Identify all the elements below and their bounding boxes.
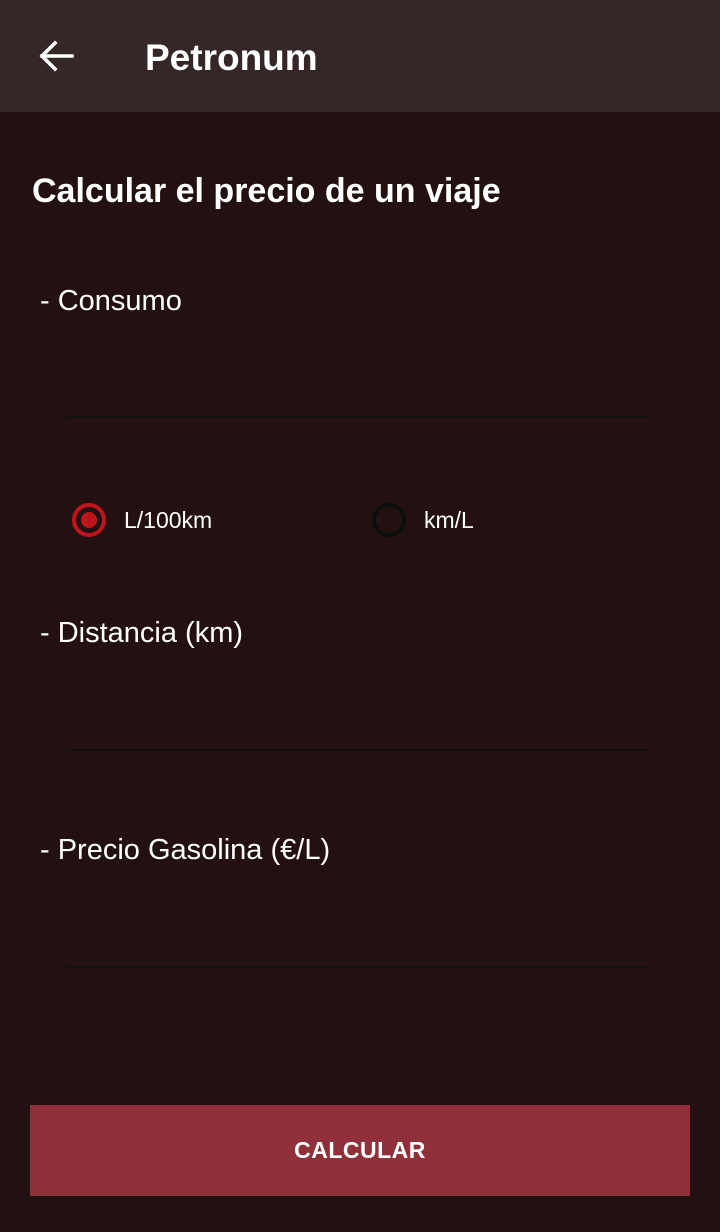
radio-unchecked-icon bbox=[372, 503, 406, 537]
app-bar: Petronum bbox=[0, 0, 720, 112]
page-heading: Calcular el precio de un viaje bbox=[32, 172, 501, 210]
calcular-button[interactable]: CALCULAR bbox=[30, 1105, 690, 1196]
app-title: Petronum bbox=[145, 37, 318, 78]
distancia-input[interactable] bbox=[67, 691, 651, 751]
radio-l100km[interactable]: L/100km bbox=[72, 496, 212, 544]
radio-kml[interactable]: km/L bbox=[372, 496, 474, 544]
precio-gasolina-label: - Precio Gasolina (€/L) bbox=[40, 834, 331, 866]
radio-checked-icon bbox=[72, 503, 106, 537]
back-button[interactable] bbox=[28, 28, 84, 84]
radio-label-l100km: L/100km bbox=[124, 507, 213, 533]
distancia-label: - Distancia (km) bbox=[40, 617, 244, 649]
consumo-label: - Consumo bbox=[40, 285, 182, 317]
radio-label-kml: km/L bbox=[424, 507, 474, 533]
radio-dot-icon bbox=[81, 512, 97, 528]
arrow-left-icon bbox=[39, 40, 74, 72]
precio-gasolina-input[interactable] bbox=[67, 908, 651, 968]
consumo-input[interactable] bbox=[67, 358, 651, 418]
